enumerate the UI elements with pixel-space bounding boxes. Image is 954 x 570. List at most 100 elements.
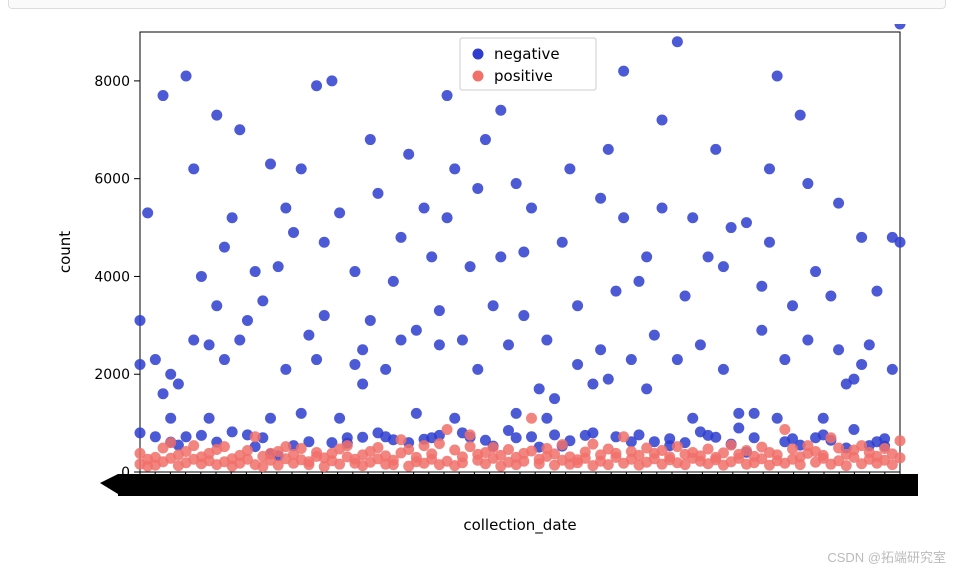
data-point — [472, 364, 483, 375]
data-point — [825, 291, 836, 302]
data-point — [349, 266, 360, 277]
data-point — [672, 441, 683, 452]
data-point — [465, 441, 476, 452]
data-point — [296, 443, 307, 454]
data-point — [856, 232, 867, 243]
data-point — [434, 305, 445, 316]
legend-marker-negative — [473, 49, 484, 60]
data-point — [419, 440, 430, 451]
data-point — [434, 339, 445, 350]
data-point — [434, 438, 445, 449]
data-point — [534, 383, 545, 394]
data-point — [618, 66, 629, 77]
data-point — [465, 429, 476, 440]
data-point — [657, 115, 668, 126]
data-point — [895, 24, 906, 30]
data-point — [319, 310, 330, 321]
data-point — [695, 339, 706, 350]
data-point — [687, 212, 698, 223]
data-point — [150, 354, 161, 365]
data-point — [595, 193, 606, 204]
data-point — [234, 124, 245, 135]
legend-label-negative: negative — [494, 45, 560, 63]
data-point — [503, 339, 514, 350]
data-point — [541, 413, 552, 424]
data-point — [426, 251, 437, 262]
data-point — [219, 441, 230, 452]
data-point — [833, 198, 844, 209]
data-point — [357, 379, 368, 390]
data-point — [603, 144, 614, 155]
data-point — [848, 424, 859, 435]
data-point — [680, 291, 691, 302]
data-point — [879, 433, 890, 444]
data-point — [841, 460, 852, 471]
data-point — [280, 441, 291, 452]
data-point — [365, 315, 376, 326]
data-point — [357, 344, 368, 355]
data-point — [181, 431, 192, 442]
data-point — [518, 310, 529, 321]
data-point — [311, 354, 322, 365]
legend: negative positive — [460, 38, 596, 90]
y-axis-label: count — [56, 231, 74, 273]
data-point — [326, 75, 337, 86]
data-point — [503, 444, 514, 455]
data-point — [396, 434, 407, 445]
data-point — [733, 408, 744, 419]
data-point — [610, 286, 621, 297]
data-point — [633, 429, 644, 440]
data-point — [795, 459, 806, 470]
data-point — [587, 379, 598, 390]
data-point — [403, 444, 414, 455]
data-point — [442, 212, 453, 223]
data-point — [472, 183, 483, 194]
data-point — [587, 439, 598, 450]
data-point — [411, 325, 422, 336]
data-point — [150, 431, 161, 442]
data-point — [135, 427, 146, 438]
data-point — [756, 281, 767, 292]
data-point — [810, 266, 821, 277]
data-point — [526, 431, 537, 442]
data-point — [165, 369, 176, 380]
data-point — [895, 435, 906, 446]
data-point — [250, 431, 261, 442]
data-point — [864, 339, 875, 350]
data-point — [372, 188, 383, 199]
data-point — [818, 413, 829, 424]
data-point — [442, 90, 453, 101]
data-point — [265, 159, 276, 170]
data-point — [871, 286, 882, 297]
data-point — [887, 364, 898, 375]
data-point — [641, 383, 652, 394]
data-point — [188, 163, 199, 174]
data-point — [610, 448, 621, 459]
data-point — [764, 163, 775, 174]
legend-marker-positive — [473, 71, 484, 82]
data-point — [204, 413, 215, 424]
data-point — [833, 344, 844, 355]
data-point — [280, 203, 291, 214]
data-point — [818, 450, 829, 461]
legend-label-positive: positive — [494, 67, 553, 85]
data-point — [756, 325, 767, 336]
data-point — [372, 442, 383, 453]
data-point — [541, 335, 552, 346]
data-point — [557, 237, 568, 248]
y-tick-label: 4000 — [94, 269, 130, 285]
data-point — [726, 440, 737, 451]
data-point — [518, 456, 529, 467]
data-point — [219, 354, 230, 365]
data-point — [165, 437, 176, 448]
data-point — [196, 271, 207, 282]
data-point — [334, 207, 345, 218]
data-point — [802, 335, 813, 346]
data-point — [311, 80, 322, 91]
data-point — [396, 335, 407, 346]
data-point — [449, 413, 460, 424]
data-point — [749, 432, 760, 443]
data-point — [825, 432, 836, 443]
data-point — [495, 251, 506, 262]
data-point — [280, 364, 291, 375]
